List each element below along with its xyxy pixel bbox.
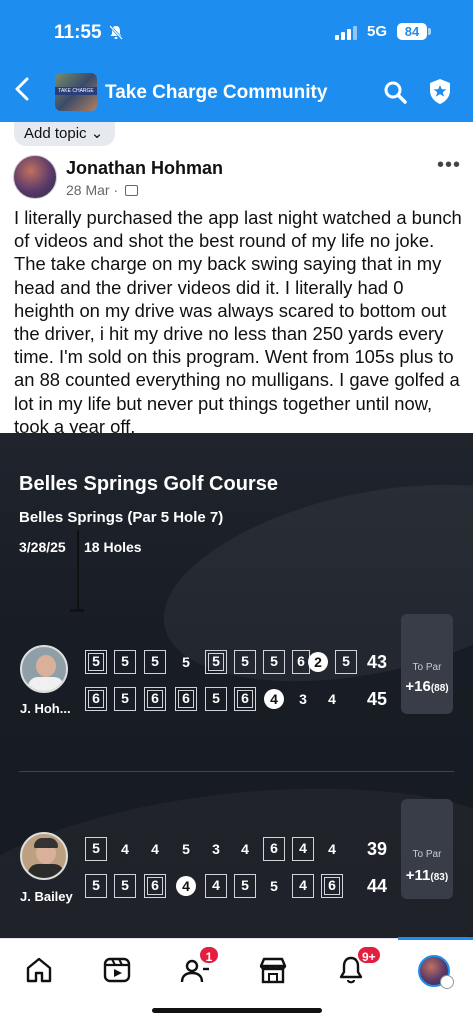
flag-pin-base bbox=[70, 609, 84, 612]
score-cell: 6 bbox=[263, 837, 285, 861]
post-date: 28 Mar · bbox=[66, 182, 123, 198]
score-cell: 6 bbox=[175, 687, 197, 711]
score-cell: 5 bbox=[114, 687, 136, 711]
score-cell: 5 bbox=[85, 874, 107, 898]
author-avatar[interactable] bbox=[13, 155, 57, 199]
score-cell: 5 bbox=[182, 841, 190, 857]
course-subtitle: Belles Springs (Par 5 Hole 7) bbox=[19, 509, 224, 526]
score-cell: 5 bbox=[234, 650, 256, 674]
to-par-value: +11(83) bbox=[401, 867, 453, 884]
score-cell: 5 bbox=[114, 874, 136, 898]
status-bar: 11:55 5G 84 bbox=[0, 0, 473, 62]
score-cell: 4 bbox=[205, 874, 227, 898]
add-topic-chip[interactable]: Add topic ⌄ bbox=[14, 122, 116, 146]
score-cell: 6 bbox=[144, 687, 166, 711]
score-cell: 5 bbox=[270, 878, 278, 894]
score-cell: 4 bbox=[328, 841, 336, 857]
score-cell: 5 bbox=[114, 650, 136, 674]
player-divider bbox=[19, 771, 454, 772]
muted-bell-icon bbox=[109, 25, 123, 43]
to-par-score: +16 bbox=[405, 678, 431, 695]
back-total: 44 bbox=[367, 876, 388, 896]
score-cell: 5 bbox=[85, 837, 107, 861]
to-par-panel: To Par +11(83) bbox=[401, 799, 453, 899]
status-time: 11:55 bbox=[54, 22, 102, 43]
score-cell: 4 bbox=[241, 841, 249, 857]
front-total: 39 bbox=[367, 839, 388, 859]
score-cell-birdie: 2 bbox=[307, 650, 329, 674]
to-par-score: +11 bbox=[405, 867, 431, 884]
friends-badge: 1 bbox=[198, 945, 220, 965]
player-avatar bbox=[20, 832, 68, 880]
player-avatar bbox=[20, 645, 68, 693]
post-text: I literally purchased the app last night… bbox=[14, 207, 462, 437]
score-cell: 5 bbox=[205, 650, 227, 674]
to-par-total: (88) bbox=[430, 683, 449, 694]
profile-menu-dot bbox=[440, 975, 454, 989]
score-cell-birdie: 4 bbox=[175, 874, 197, 898]
score-cell: 4 bbox=[151, 841, 159, 857]
score-cell: 4 bbox=[121, 841, 129, 857]
score-cell: 5 bbox=[182, 654, 190, 670]
top-bar: 11:55 5G 84 TAKE CHARGE Take Charge Comm… bbox=[0, 0, 473, 122]
back-chevron-icon[interactable] bbox=[14, 76, 30, 106]
group-title[interactable]: Take Charge Community bbox=[105, 82, 327, 104]
group-avatar[interactable]: TAKE CHARGE bbox=[55, 73, 97, 111]
round-holes: 18 Holes bbox=[84, 539, 142, 555]
front-total: 43 bbox=[367, 652, 388, 672]
player-name: J. Hoh... bbox=[20, 701, 71, 716]
score-cell: 3 bbox=[299, 691, 307, 707]
score-cell: 4 bbox=[292, 874, 314, 898]
score-cell: 6 bbox=[85, 687, 107, 711]
score-cell: 5 bbox=[234, 874, 256, 898]
score-cell: 6 bbox=[234, 687, 256, 711]
scorecard-image[interactable]: Belles Springs Golf Course Belles Spring… bbox=[0, 433, 473, 938]
to-par-label: To Par bbox=[412, 662, 442, 673]
active-tab-indicator bbox=[398, 937, 473, 940]
signal-icon bbox=[335, 26, 359, 40]
to-par-total: (83) bbox=[430, 872, 449, 883]
score-cell: 5 bbox=[85, 650, 107, 674]
score-cell: 4 bbox=[292, 837, 314, 861]
home-indicator bbox=[152, 1008, 322, 1013]
shield-star-icon[interactable] bbox=[428, 78, 452, 105]
player-name: J. Bailey bbox=[20, 889, 73, 904]
score-cell: 6 bbox=[144, 874, 166, 898]
score-cell: 5 bbox=[335, 650, 357, 674]
group-privacy-icon bbox=[125, 185, 139, 196]
to-par-value: +16(88) bbox=[401, 678, 453, 695]
author-name[interactable]: Jonathan Hohman bbox=[66, 158, 223, 179]
score-cell-birdie: 4 bbox=[263, 687, 285, 711]
network-label: 5G bbox=[367, 23, 388, 40]
to-par-panel: To Par +16(88) bbox=[401, 614, 453, 714]
score-cell: 5 bbox=[205, 687, 227, 711]
video-icon[interactable] bbox=[100, 953, 140, 987]
battery-tip bbox=[428, 28, 431, 35]
group-header: TAKE CHARGE Take Charge Community bbox=[0, 62, 473, 122]
group-thumb-text: TAKE CHARGE bbox=[55, 87, 97, 95]
score-cell: 4 bbox=[328, 691, 336, 707]
search-icon[interactable] bbox=[383, 80, 407, 104]
score-value: 4 bbox=[176, 876, 196, 896]
course-name: Belles Springs Golf Course bbox=[19, 473, 278, 495]
home-icon[interactable] bbox=[22, 953, 62, 987]
marketplace-icon[interactable] bbox=[256, 953, 296, 987]
more-options-icon[interactable]: ••• bbox=[437, 154, 461, 177]
back-total: 45 bbox=[367, 689, 388, 709]
post-meta: 28 Mar · bbox=[66, 182, 139, 198]
score-value: 4 bbox=[264, 689, 284, 709]
notifications-badge: 9+ bbox=[356, 945, 382, 965]
score-cell: 5 bbox=[263, 650, 285, 674]
score-value: 2 bbox=[308, 652, 328, 672]
round-date: 3/28/25 bbox=[19, 539, 66, 555]
to-par-label: To Par bbox=[412, 849, 442, 860]
battery-icon: 84 bbox=[397, 23, 427, 40]
score-cell: 5 bbox=[144, 650, 166, 674]
score-cell: 3 bbox=[212, 841, 220, 857]
score-cell: 6 bbox=[321, 874, 343, 898]
flag-pin-icon bbox=[77, 530, 79, 610]
